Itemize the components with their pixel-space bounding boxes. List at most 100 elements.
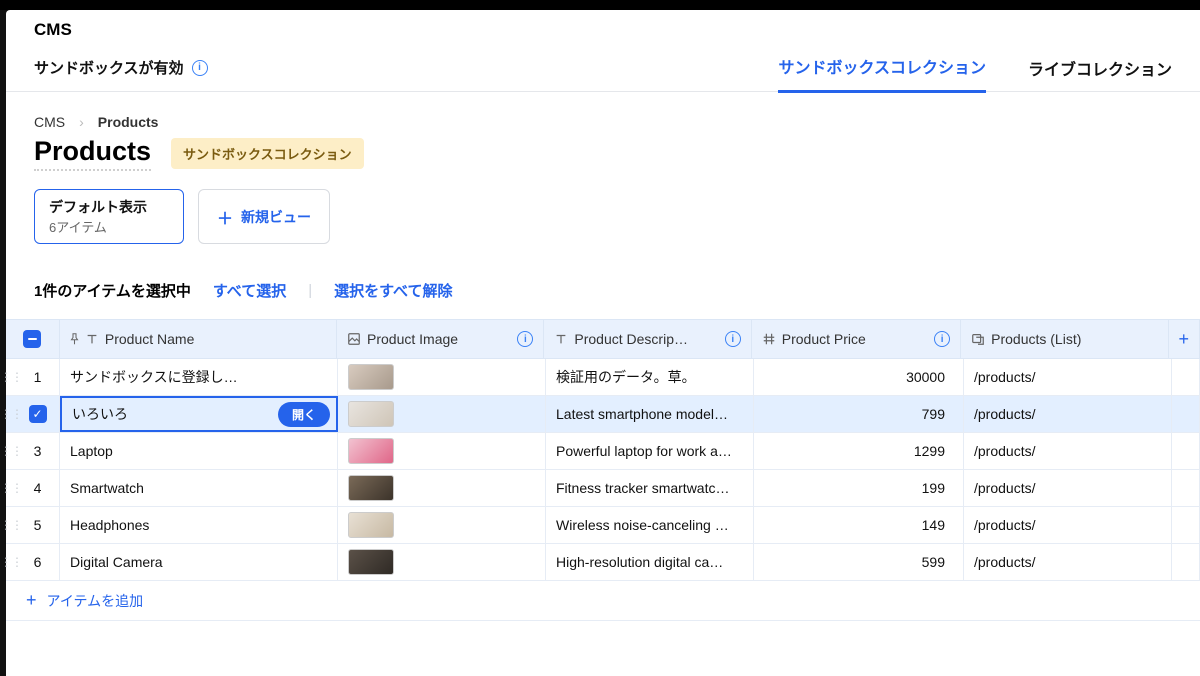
drag-handle-icon[interactable]: ⋮⋮ [6,507,16,543]
new-view-button[interactable]: ＋ 新規ビュー [198,189,330,244]
info-icon[interactable]: i [934,331,950,347]
cell-description[interactable]: 検証用のデータ。草。 [546,359,754,395]
pin-icon [70,332,79,346]
cell-description[interactable]: Fitness tracker smartwatc… [546,470,754,506]
new-view-label: 新規ビュー [241,207,311,227]
page-title[interactable]: Products [34,136,151,171]
cell-price[interactable]: 30000 [754,359,964,395]
header-price[interactable]: Product Price i [752,320,961,358]
drag-handle-icon[interactable]: ⋮⋮ [6,544,16,580]
view-selector[interactable]: デフォルト表示 6アイテム [34,189,184,244]
table-row[interactable]: ⋮⋮ 5 Headphones Wireless noise-canceling… [6,507,1200,544]
cell-description[interactable]: High-resolution digital ca… [546,544,754,580]
select-all-checkbox[interactable] [23,330,41,348]
sandbox-status-label: サンドボックスが有効 [34,57,184,78]
add-column-button[interactable]: + [1169,320,1200,358]
add-item-row[interactable]: + アイテムを追加 [6,581,1200,621]
row-index-cell[interactable]: 5 [16,507,60,543]
drag-handle-icon[interactable]: ⋮⋮ [6,359,16,395]
cell-description[interactable]: Latest smartphone model… [546,396,754,432]
cell-name[interactable]: サンドボックスに登録し… [60,359,338,395]
cell-description-value: Wireless noise-canceling … [556,517,729,533]
cell-price[interactable]: 199 [754,470,964,506]
breadcrumb-root[interactable]: CMS [34,114,65,130]
cell-list[interactable]: /products/ [964,433,1172,469]
info-icon[interactable]: i [725,331,741,347]
header-image-label: Product Image [367,331,458,347]
cell-name-value: Digital Camera [70,554,163,570]
cell-name[interactable]: Smartwatch [60,470,338,506]
cell-list[interactable]: /products/ [964,544,1172,580]
cell-list[interactable]: /products/ [964,396,1172,432]
open-button[interactable]: 開く [278,402,330,427]
table-row[interactable]: ⋮⋮ 4 Smartwatch Fitness tracker smartwat… [6,470,1200,507]
cell-empty [1172,544,1200,580]
cell-list[interactable]: /products/ [964,359,1172,395]
info-icon[interactable]: i [517,331,533,347]
cell-image[interactable] [338,507,546,543]
deselect-all-link[interactable]: 選択をすべて解除 [334,280,452,301]
editor-topbar [0,0,1200,10]
cell-description[interactable]: Wireless noise-canceling … [546,507,754,543]
cell-name[interactable]: Digital Camera [60,544,338,580]
image-thumbnail [348,549,394,575]
cell-description-value: Latest smartphone model… [556,406,728,422]
header-name-label: Product Name [105,331,194,347]
cell-description[interactable]: Powerful laptop for work a… [546,433,754,469]
header-row: Product Name Product Image i Product Des… [6,320,1200,359]
row-index-cell[interactable]: 4 [16,470,60,506]
tab-sandbox[interactable]: サンドボックスコレクション [778,42,986,93]
cell-list[interactable]: /products/ [964,470,1172,506]
row-number: 5 [34,517,42,533]
header-list[interactable]: Products (List) [961,320,1168,358]
cell-list[interactable]: /products/ [964,507,1172,543]
row-index-cell[interactable]: 1 [16,359,60,395]
image-type-icon [347,332,361,346]
header-desc[interactable]: Product Descrip… i [544,320,751,358]
drag-handle-icon[interactable]: ⋮⋮ [6,396,16,432]
cell-price[interactable]: 799 [754,396,964,432]
cell-image[interactable] [338,470,546,506]
cell-name[interactable]: Headphones [60,507,338,543]
header-image[interactable]: Product Image i [337,320,544,358]
chevron-right-icon: › [79,114,84,130]
cell-price[interactable]: 1299 [754,433,964,469]
cell-name-value: Headphones [70,517,149,533]
add-item-label: アイテムを追加 [47,591,144,611]
table-row[interactable]: ⋮⋮ 1 サンドボックスに登録し… 検証用のデータ。草。 30000 /prod… [6,359,1200,396]
cell-name[interactable]: いろいろ 開く [60,396,338,432]
cell-empty [1172,396,1200,432]
select-all-link[interactable]: すべて選択 [213,280,286,301]
table-row[interactable]: ⋮⋮ 6 Digital Camera High-resolution digi… [6,544,1200,581]
cell-price[interactable]: 149 [754,507,964,543]
cms-panel: CMS サンドボックスが有効 i サンドボックスコレクション ライブコレクション… [6,10,1200,676]
row-number: 3 [34,443,42,459]
row-checkbox[interactable]: ✓ [29,405,47,423]
image-thumbnail [348,364,394,390]
cell-name-value: サンドボックスに登録し… [70,367,238,387]
tab-bar: サンドボックスが有効 i サンドボックスコレクション ライブコレクション [6,44,1200,92]
cell-name[interactable]: Laptop [60,433,338,469]
row-index-cell[interactable]: 6 [16,544,60,580]
info-icon[interactable]: i [192,60,208,76]
row-index-cell[interactable]: 3 [16,433,60,469]
cell-image[interactable] [338,396,546,432]
breadcrumb: CMS › Products [6,92,1200,136]
cell-image[interactable] [338,544,546,580]
cell-image[interactable] [338,433,546,469]
table-row[interactable]: ⋮⋮ ✓ いろいろ 開く Latest smartphone model… 79… [6,396,1200,433]
row-index-cell[interactable]: ✓ [16,396,60,432]
header-name[interactable]: Product Name [60,320,337,358]
cell-empty [1172,507,1200,543]
drag-handle-icon[interactable]: ⋮⋮ [6,470,16,506]
image-thumbnail [348,401,394,427]
cell-price[interactable]: 599 [754,544,964,580]
image-thumbnail [348,512,394,538]
drag-handle-icon[interactable]: ⋮⋮ [6,433,16,469]
cell-image[interactable] [338,359,546,395]
plus-icon: ＋ [217,205,233,229]
plus-icon: + [1179,329,1190,350]
selection-status: 1件のアイテムを選択中 [34,280,191,301]
tab-live[interactable]: ライブコレクション [1028,44,1172,92]
table-row[interactable]: ⋮⋮ 3 Laptop Powerful laptop for work a… … [6,433,1200,470]
